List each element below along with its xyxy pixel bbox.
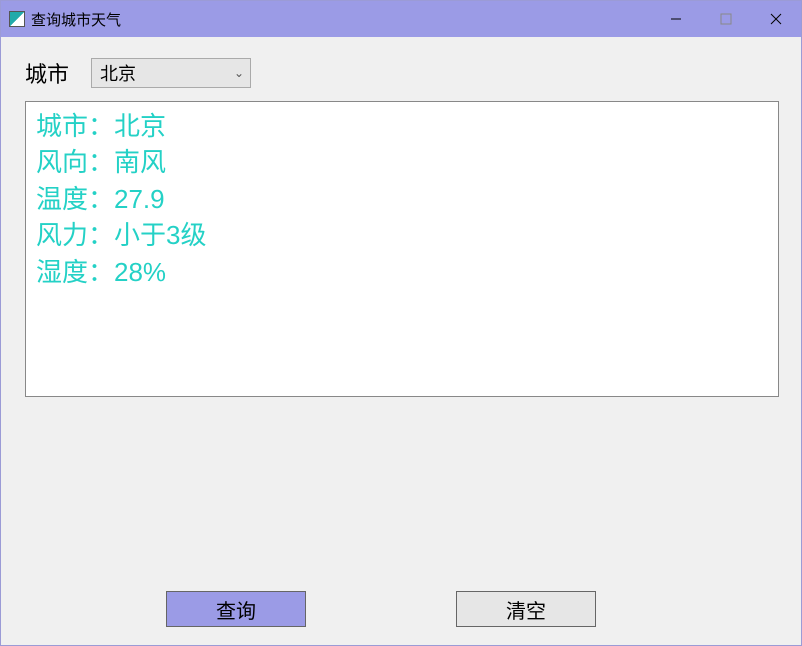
city-combobox[interactable]: 北京 ⌄ — [91, 58, 251, 88]
window-title: 查询城市天气 — [31, 9, 121, 30]
city-row: 城市 北京 ⌄ — [25, 57, 777, 89]
city-combobox-value: 北京 — [100, 60, 136, 86]
close-button[interactable] — [751, 1, 801, 37]
maximize-button — [701, 1, 751, 37]
result-line: 温度：27.9 — [36, 184, 165, 214]
app-icon — [9, 11, 25, 27]
close-icon — [770, 13, 782, 25]
result-line: 风向：南风 — [36, 147, 166, 177]
content-area: 城市 北京 ⌄ 城市：北京 风向：南风 温度：27.9 风力：小于3级 湿度：2… — [1, 37, 801, 645]
clear-button-label: 清空 — [506, 595, 546, 624]
result-line: 风力：小于3级 — [36, 220, 206, 250]
query-button-label: 查询 — [216, 595, 256, 624]
result-line: 城市：北京 — [36, 111, 166, 141]
clear-button[interactable]: 清空 — [456, 591, 596, 627]
city-label: 城市 — [25, 57, 69, 89]
query-button[interactable]: 查询 — [166, 591, 306, 627]
titlebar: 查询城市天气 — [1, 1, 801, 37]
button-row: 查询 清空 — [1, 591, 801, 627]
minimize-icon — [670, 13, 682, 25]
main-window: 查询城市天气 城市 北京 ⌄ 城市：北京 风向：南风 温度：27.9 风力：小于… — [0, 0, 802, 646]
chevron-down-icon: ⌄ — [234, 66, 244, 80]
minimize-button[interactable] — [651, 1, 701, 37]
maximize-icon — [720, 13, 732, 25]
result-textbox[interactable]: 城市：北京 风向：南风 温度：27.9 风力：小于3级 湿度：28% — [25, 101, 779, 397]
result-line: 湿度：28% — [36, 257, 166, 287]
